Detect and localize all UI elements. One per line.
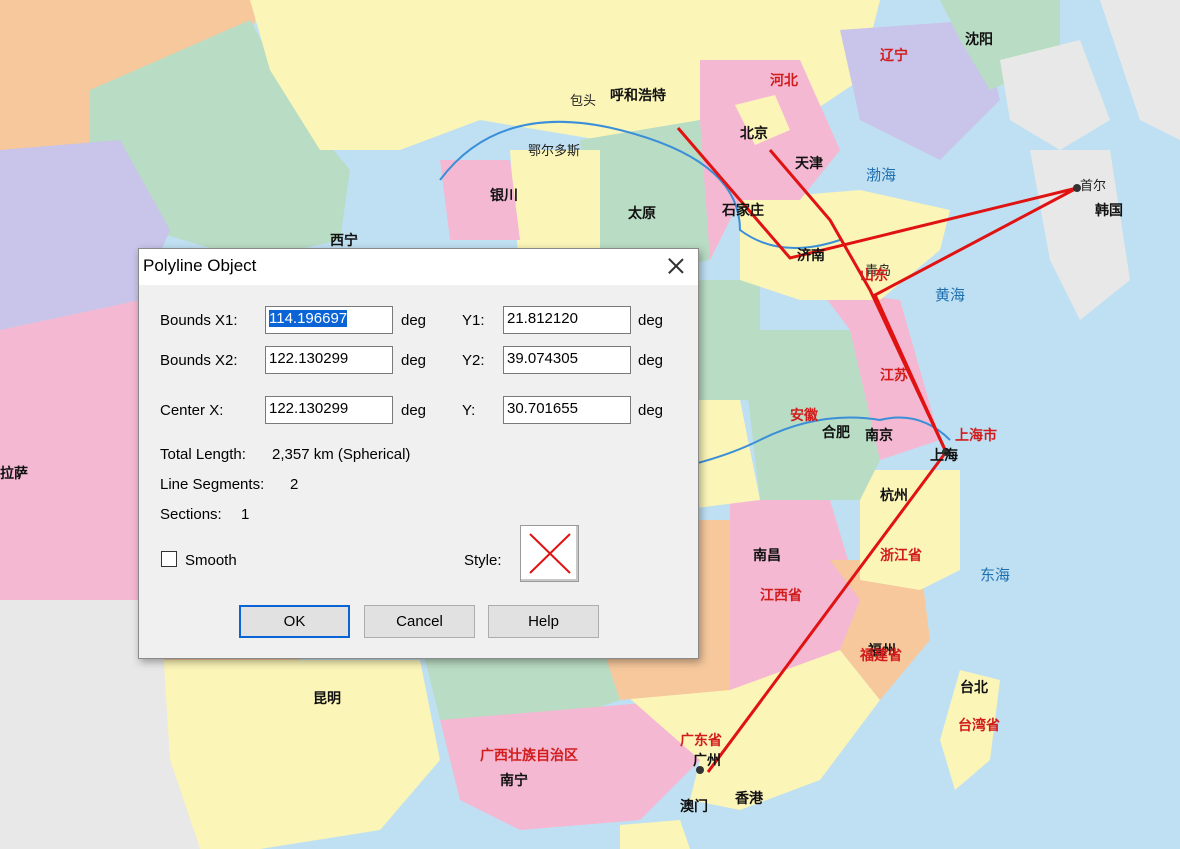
y2-label: Y2: (462, 352, 485, 369)
region-japan (1100, 0, 1180, 140)
map-label: 上海 (930, 447, 958, 464)
map-label: 石家庄 (721, 202, 764, 219)
map-label: 山东 (860, 267, 888, 284)
bounds-x1-unit: deg (401, 312, 427, 329)
map-label: 台湾省 (958, 717, 1000, 734)
map-label: 黄海 (935, 286, 965, 304)
bounds-x1-label: Bounds X1: (160, 312, 238, 329)
map-label: 香港 (734, 790, 764, 807)
map-label: 台北 (960, 679, 988, 696)
dialog-title: Polyline Object (143, 256, 257, 275)
ok-button[interactable]: OK (239, 605, 350, 638)
y-label: Y: (462, 402, 476, 419)
y1-unit: deg (638, 312, 664, 329)
map-label: 上海市 (955, 427, 997, 444)
cancel-button[interactable]: Cancel (364, 605, 475, 638)
center-x-value: 122.130299 (269, 400, 349, 417)
region-korea-north (1000, 40, 1110, 150)
region-inner-mongolia (250, 0, 700, 150)
region-zhejiang (860, 470, 960, 590)
line-segments-label: Line Segments: (160, 476, 265, 493)
y2-value: 39.074305 (507, 350, 578, 367)
map-label: 济南 (797, 247, 825, 264)
map-label: 拉萨 (0, 465, 28, 482)
center-x-field[interactable]: 122.130299 (265, 396, 393, 424)
map-label: 北京 (740, 125, 768, 142)
dialog-titlebar[interactable]: Polyline Object (139, 249, 698, 285)
region-xizang (0, 300, 140, 600)
map-label: 天津 (795, 155, 823, 172)
help-button[interactable]: Help (488, 605, 599, 638)
map-label: 渤海 (866, 166, 896, 184)
y-unit: deg (638, 402, 664, 419)
map-label: 江苏 (880, 367, 908, 384)
map-label: 合肥 (822, 424, 850, 441)
map-label: 太原 (628, 205, 656, 222)
region-hainan (620, 820, 690, 849)
map-label: 安徽 (790, 407, 819, 424)
sections-label: Sections: (160, 506, 222, 523)
map-label: 广州 (693, 752, 721, 769)
bounds-x2-unit: deg (401, 352, 427, 369)
map-label: 广东省 (680, 732, 722, 749)
y-value: 30.701655 (507, 400, 578, 417)
map-label: 韩国 (1095, 202, 1123, 219)
map-label: 澳门 (680, 798, 708, 815)
bounds-x1-value: 114.196697 (269, 310, 348, 327)
y2-field[interactable]: 39.074305 (503, 346, 631, 374)
y-field[interactable]: 30.701655 (503, 396, 631, 424)
map-label: 南京 (865, 427, 893, 444)
map-label: 福建省 (859, 647, 902, 664)
style-label: Style: (464, 552, 502, 569)
bounds-x1-field[interactable]: 114.196697 (265, 306, 393, 334)
map-label: 首尔 (1080, 179, 1106, 194)
bounds-x2-value: 122.130299 (269, 350, 349, 367)
map-label: 南宁 (500, 772, 528, 789)
map-label: 昆明 (313, 691, 341, 707)
region-yunnan (160, 660, 440, 849)
map-label: 辽宁 (880, 47, 908, 64)
map-label: 东海 (980, 566, 1010, 584)
line-segments-value: 2 (290, 476, 299, 493)
map-label: 鄂尔多斯 (528, 143, 580, 159)
map-label: 包头 (570, 94, 596, 109)
bounds-x2-label: Bounds X2: (160, 352, 238, 369)
region-korea-south (1030, 150, 1130, 320)
map-label: 西宁 (330, 232, 358, 249)
smooth-label[interactable]: Smooth (185, 552, 237, 569)
center-x-unit: deg (401, 402, 427, 419)
close-icon[interactable] (666, 256, 686, 276)
map-label: 江西省 (760, 587, 802, 604)
total-length-label: Total Length: (160, 446, 246, 463)
map-label: 杭州 (880, 487, 908, 504)
map-label: 银川 (490, 187, 518, 204)
y1-value: 21.812120 (507, 310, 578, 327)
map-label: 沈阳 (965, 31, 993, 48)
total-length-value: 2,357 km (Spherical) (272, 446, 411, 463)
map-label: 呼和浩特 (610, 87, 666, 104)
polyline-object-dialog: Polyline Object Bounds X1: 114.196697 de… (138, 248, 699, 659)
smooth-checkbox[interactable] (161, 551, 177, 567)
map-label: 河北 (770, 72, 798, 89)
y1-label: Y1: (462, 312, 485, 329)
sections-value: 1 (241, 506, 250, 523)
red-x-icon (529, 533, 571, 574)
map-label: 南昌 (753, 547, 781, 564)
bounds-x2-field[interactable]: 122.130299 (265, 346, 393, 374)
map-label: 广西壮族自治区 (480, 747, 578, 764)
y2-unit: deg (638, 352, 664, 369)
center-x-label: Center X: (160, 402, 224, 419)
style-preview-button[interactable] (520, 525, 579, 582)
y1-field[interactable]: 21.812120 (503, 306, 631, 334)
map-label: 浙江省 (880, 547, 922, 564)
